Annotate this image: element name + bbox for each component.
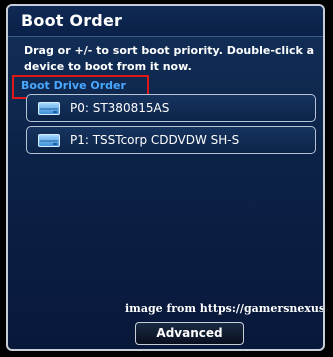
boot-device-item[interactable]: P0: ST380815AS bbox=[26, 94, 316, 122]
boot-device-label: P1: TSSTcorp CDDVDW SH-S bbox=[70, 133, 240, 147]
hard-drive-icon bbox=[38, 134, 60, 147]
boot-order-dialog: Boot Order Drag or +/- to sort boot prio… bbox=[6, 4, 325, 351]
hard-drive-icon bbox=[38, 102, 60, 115]
boot-device-label: P0: ST380815AS bbox=[70, 101, 170, 115]
title-bar: Boot Order bbox=[8, 6, 323, 37]
dialog-title: Boot Order bbox=[21, 11, 123, 30]
boot-drive-order-label: Boot Drive Order bbox=[21, 79, 126, 92]
advanced-button[interactable]: Advanced bbox=[135, 322, 244, 345]
instructions-text: Drag or +/- to sort boot priority. Doubl… bbox=[24, 44, 315, 73]
image-credit-watermark: image from https://gamersnexus.net/ bbox=[125, 302, 325, 315]
boot-device-item[interactable]: P1: TSSTcorp CDDVDW SH-S bbox=[26, 126, 316, 154]
